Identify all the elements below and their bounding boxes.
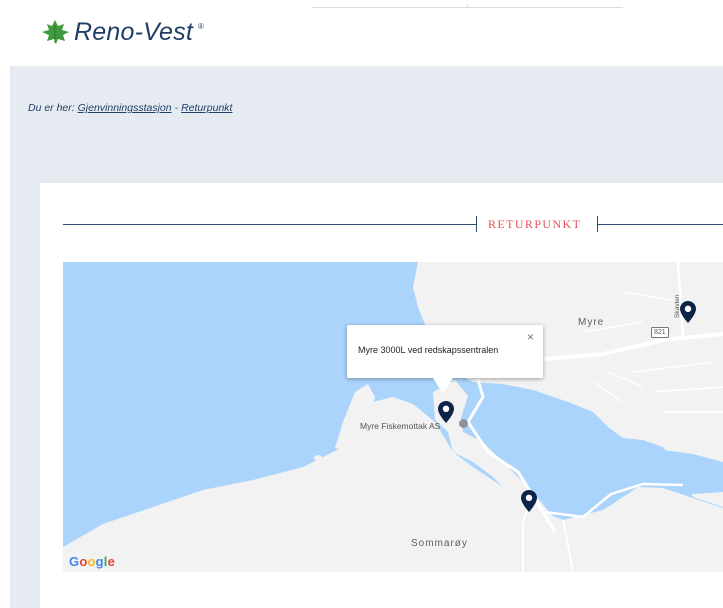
infowindow-text: Myre 3000L ved redskapssentralen	[358, 345, 499, 355]
breadcrumb-link-gjenvinningsstasjon[interactable]: Gjenvinningsstasjon	[78, 102, 172, 114]
poi-pin-icon[interactable]	[459, 419, 468, 428]
title-rule-left	[63, 224, 476, 225]
brand-name: Reno-Vest	[74, 17, 193, 46]
poi-label[interactable]: Myre Fiskemottak AS	[360, 421, 440, 431]
breadcrumb-link-returpunkt[interactable]: Returpunkt	[181, 102, 232, 114]
top-divider	[312, 4, 623, 8]
google-attribution: Google	[69, 554, 116, 569]
map[interactable]: Myre Sommarøy 821 Skavten Myre Fiskemott…	[63, 262, 723, 572]
registered-mark: ®	[198, 21, 204, 31]
breadcrumb: Du er her: Gjenvinningsstasjon - Returpunk…	[28, 102, 232, 114]
title-rule-tick-left	[476, 216, 477, 232]
place-label-sommaroy: Sommarøy	[411, 538, 468, 549]
breadcrumb-separator: -	[174, 102, 179, 114]
brand-logo[interactable]: Reno-Vest ®	[40, 14, 204, 50]
map-terrain	[63, 262, 723, 572]
title-rule-right	[597, 224, 723, 225]
map-infowindow: Myre 3000L ved redskapssentralen ×	[347, 325, 543, 394]
map-marker-icon[interactable]	[438, 401, 454, 423]
road-number-badge: 821	[651, 327, 669, 338]
close-icon[interactable]: ×	[527, 330, 534, 344]
section-title: RETURPUNKT	[488, 217, 582, 231]
breadcrumb-prefix: Du er her:	[28, 102, 75, 114]
map-marker-icon[interactable]	[680, 301, 696, 323]
map-marker-icon[interactable]	[521, 490, 537, 512]
place-label-myre: Myre	[578, 317, 605, 328]
leaf-icon	[42, 20, 69, 44]
